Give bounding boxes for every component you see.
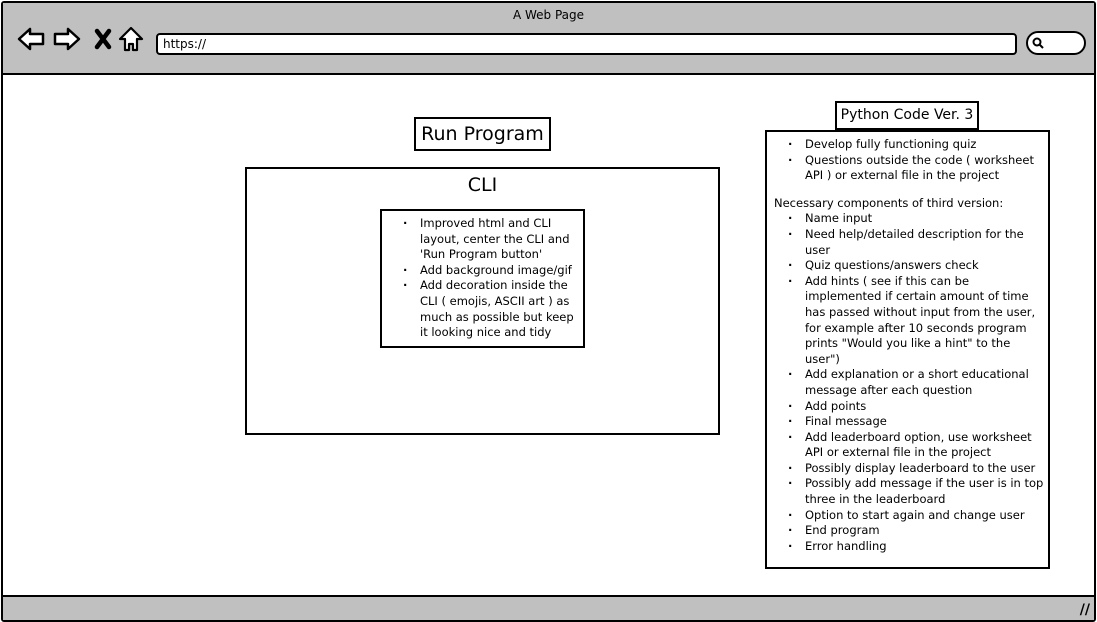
close-x-icon[interactable] [89, 25, 117, 53]
list-item: Possibly add message if the user is in t… [788, 476, 1044, 507]
back-arrow-icon[interactable] [17, 25, 45, 53]
list-item: Add background image/gif [403, 263, 579, 279]
list-item: Name input [788, 211, 1044, 227]
window-title: A Web Page [512, 8, 585, 22]
status-bar: // [3, 595, 1094, 620]
url-input[interactable]: https:// [156, 33, 1017, 55]
search-field[interactable] [1026, 31, 1086, 55]
list-item: End program [788, 523, 1044, 539]
forward-arrow-icon[interactable] [53, 25, 81, 53]
list-item: Add leaderboard option, use worksheet AP… [788, 430, 1044, 461]
list-item: Quiz questions/answers check [788, 258, 1044, 274]
list-item: Questions outside the code ( worksheet A… [788, 153, 1044, 184]
list-item: Improved html and CLI layout, center the… [403, 216, 579, 263]
list-item: Need help/detailed description for the u… [788, 227, 1044, 258]
cli-title: CLI [467, 174, 498, 196]
list-item: Add hints ( see if this can be implement… [788, 274, 1044, 368]
components-heading: Necessary components of third version: [774, 195, 1004, 210]
browser-toolbar: A Web Page https:// [3, 3, 1094, 75]
list-item: Possibly display leaderboard to the user [788, 461, 1044, 477]
list-item: Error handling [788, 539, 1044, 555]
python-code-notes: Develop fully functioning quiz Questions… [765, 130, 1050, 569]
run-program-button[interactable]: Run Program [414, 117, 551, 151]
python-code-title: Python Code Ver. 3 [835, 101, 979, 130]
search-icon [1032, 37, 1044, 49]
home-icon[interactable] [117, 25, 145, 53]
cli-notes: Improved html and CLI layout, center the… [380, 209, 585, 348]
list-item: Final message [788, 414, 1044, 430]
resize-handle-icon[interactable]: // [1080, 602, 1090, 618]
list-item: Develop fully functioning quiz [788, 137, 1044, 153]
list-item: Add points [788, 399, 1044, 415]
list-item: Add decoration inside the CLI ( emojis, … [403, 278, 579, 340]
list-item: Add explanation or a short educational m… [788, 367, 1044, 398]
list-item: Option to start again and change user [788, 508, 1044, 524]
